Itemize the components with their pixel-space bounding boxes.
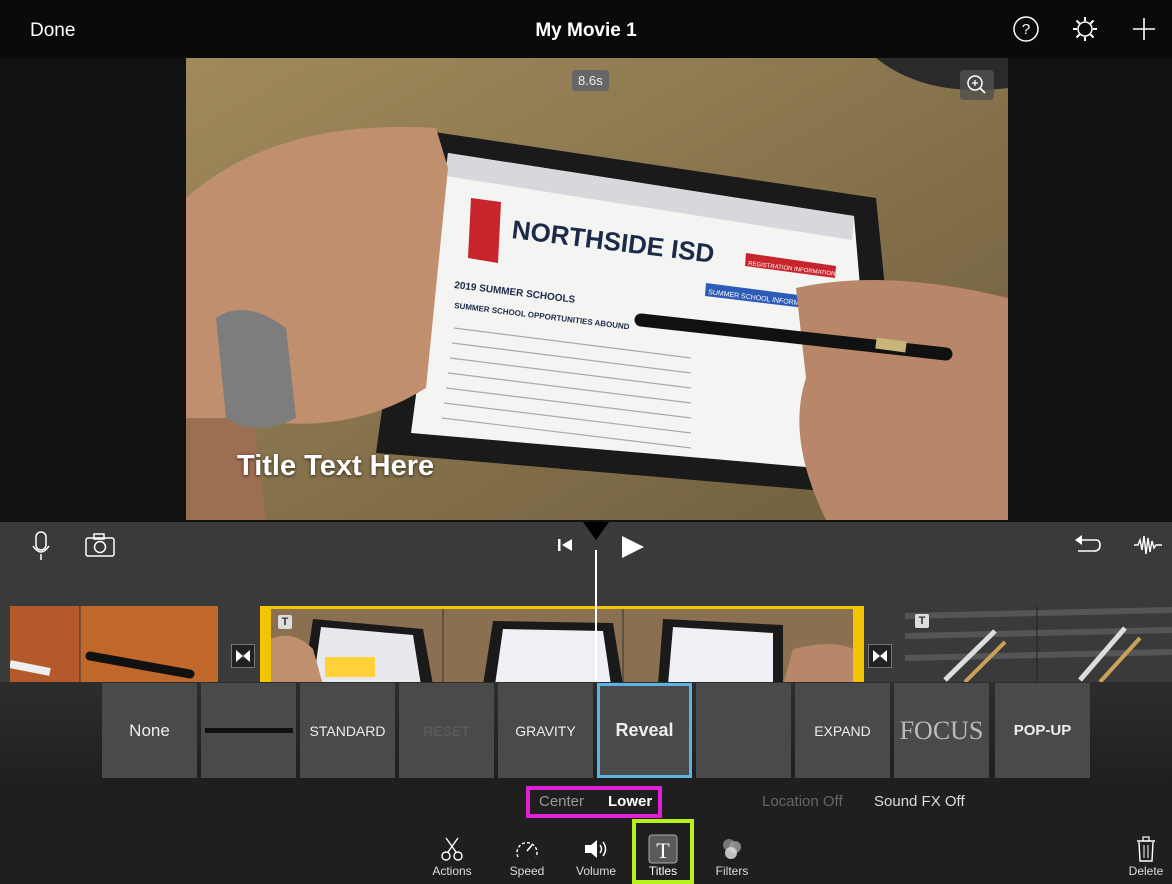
- playhead-marker: [583, 522, 609, 540]
- undo-icon[interactable]: [1072, 532, 1102, 558]
- title-style-focus[interactable]: FOCUS: [894, 683, 989, 778]
- speed-button[interactable]: Speed: [497, 834, 557, 878]
- help-icon[interactable]: ?: [1012, 15, 1040, 43]
- title-style-blank[interactable]: [696, 683, 791, 778]
- microphone-icon[interactable]: [30, 530, 52, 562]
- settings-icon[interactable]: [1071, 15, 1099, 43]
- camera-icon[interactable]: [84, 532, 116, 558]
- sound-fx-toggle[interactable]: Sound FX Off: [874, 793, 965, 810]
- actions-label: Actions: [432, 864, 472, 878]
- position-center-option[interactable]: Center: [539, 793, 584, 810]
- title-style-none[interactable]: None: [102, 683, 197, 778]
- bar-style-preview: [204, 728, 293, 733]
- location-toggle[interactable]: Location Off: [762, 793, 843, 810]
- svg-text:?: ?: [1022, 21, 1030, 38]
- title-style-standard[interactable]: STANDARD: [300, 683, 395, 778]
- audio-waveform-icon[interactable]: [1133, 532, 1163, 558]
- play-icon[interactable]: [618, 533, 646, 561]
- title-style-reset[interactable]: RESET: [399, 683, 494, 778]
- playhead-line[interactable]: [595, 550, 597, 682]
- position-lower-option[interactable]: Lower: [608, 793, 652, 810]
- filters-icon: [702, 834, 762, 864]
- title-style-popup[interactable]: POP-UP: [995, 683, 1090, 778]
- overlay-title-text[interactable]: Title Text Here: [237, 450, 434, 483]
- titles-button[interactable]: T Titles: [633, 834, 693, 878]
- transition-icon[interactable]: [868, 644, 892, 668]
- scissors-icon: [422, 834, 482, 864]
- titles-icon: T: [633, 834, 693, 864]
- filters-button[interactable]: Filters: [702, 834, 762, 878]
- title-style-bar[interactable]: [201, 683, 296, 778]
- titles-label: Titles: [648, 864, 678, 878]
- filters-label: Filters: [715, 864, 749, 878]
- trash-icon: [1120, 834, 1172, 864]
- title-style-reveal[interactable]: Reveal: [597, 683, 692, 778]
- title-badge: T: [278, 615, 292, 629]
- transition-icon[interactable]: [231, 644, 255, 668]
- title-badge: T: [915, 614, 929, 628]
- speedometer-icon: [497, 834, 557, 864]
- zoom-in-icon[interactable]: [960, 70, 994, 100]
- timeline-clip-3[interactable]: T: [905, 606, 1172, 682]
- project-title: My Movie 1: [535, 20, 637, 41]
- skip-to-start-icon[interactable]: [556, 536, 574, 554]
- volume-label: Volume: [575, 864, 617, 878]
- volume-icon: [566, 834, 626, 864]
- timeline-clip-1[interactable]: [10, 606, 218, 682]
- timeline-selected-clip[interactable]: T: [260, 606, 864, 682]
- add-icon[interactable]: [1130, 15, 1158, 43]
- title-style-gravity[interactable]: GRAVITY: [498, 683, 593, 778]
- delete-label: Delete: [1128, 864, 1164, 878]
- speed-label: Speed: [509, 864, 545, 878]
- title-style-expand[interactable]: EXPAND: [795, 683, 890, 778]
- delete-button[interactable]: Delete: [1120, 834, 1172, 878]
- actions-button[interactable]: Actions: [422, 834, 482, 878]
- svg-text:T: T: [656, 838, 670, 863]
- volume-button[interactable]: Volume: [566, 834, 626, 878]
- clip-duration-badge: 8.6s: [572, 70, 609, 91]
